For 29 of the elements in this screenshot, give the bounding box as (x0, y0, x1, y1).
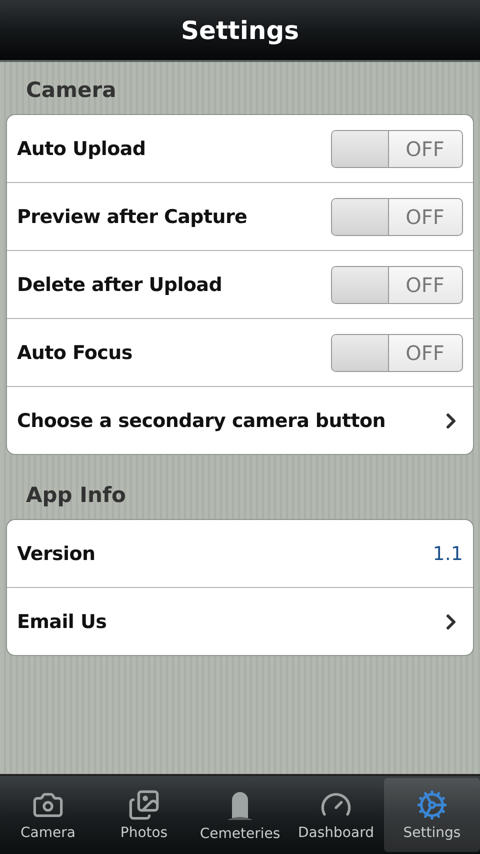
settings-row[interactable]: Auto Upload OFF (7, 115, 473, 182)
settings-row[interactable]: Choose a secondary camera button (7, 386, 473, 454)
toggle-switch[interactable]: OFF (331, 198, 463, 236)
row-label: Delete after Upload (17, 274, 222, 296)
toggle-switch[interactable]: OFF (331, 334, 463, 372)
tab[interactable]: Photos (96, 778, 192, 852)
tab[interactable]: Settings (384, 778, 480, 852)
row-label: Auto Focus (17, 342, 132, 364)
settings-row[interactable]: Auto Focus OFF (7, 318, 473, 386)
tab[interactable]: Cemeteries (192, 778, 288, 852)
row-label: Choose a secondary camera button (17, 410, 386, 432)
row-label: Version (17, 542, 96, 564)
settings-row[interactable]: Preview after Capture OFF (7, 182, 473, 250)
row-value: 1.1 (432, 542, 463, 564)
row-label: Auto Upload (17, 138, 146, 160)
settings-row[interactable]: Email Us (7, 587, 473, 655)
tab[interactable]: Dashboard (288, 778, 384, 852)
settings-row[interactable]: Delete after Upload OFF (7, 250, 473, 318)
settings-icon (416, 789, 448, 821)
photos-icon (128, 789, 160, 821)
toggle-switch[interactable]: OFF (331, 266, 463, 304)
section-title: App Info (26, 483, 126, 507)
toggle-switch[interactable]: OFF (331, 130, 463, 168)
window-title: Settings (180, 16, 299, 44)
tab[interactable]: Camera (0, 778, 96, 852)
settings-row[interactable]: Version 1.1 (7, 520, 473, 587)
section-title: Camera (26, 78, 116, 102)
row-label: Email Us (17, 610, 107, 632)
row-label: Preview after Capture (17, 206, 248, 228)
